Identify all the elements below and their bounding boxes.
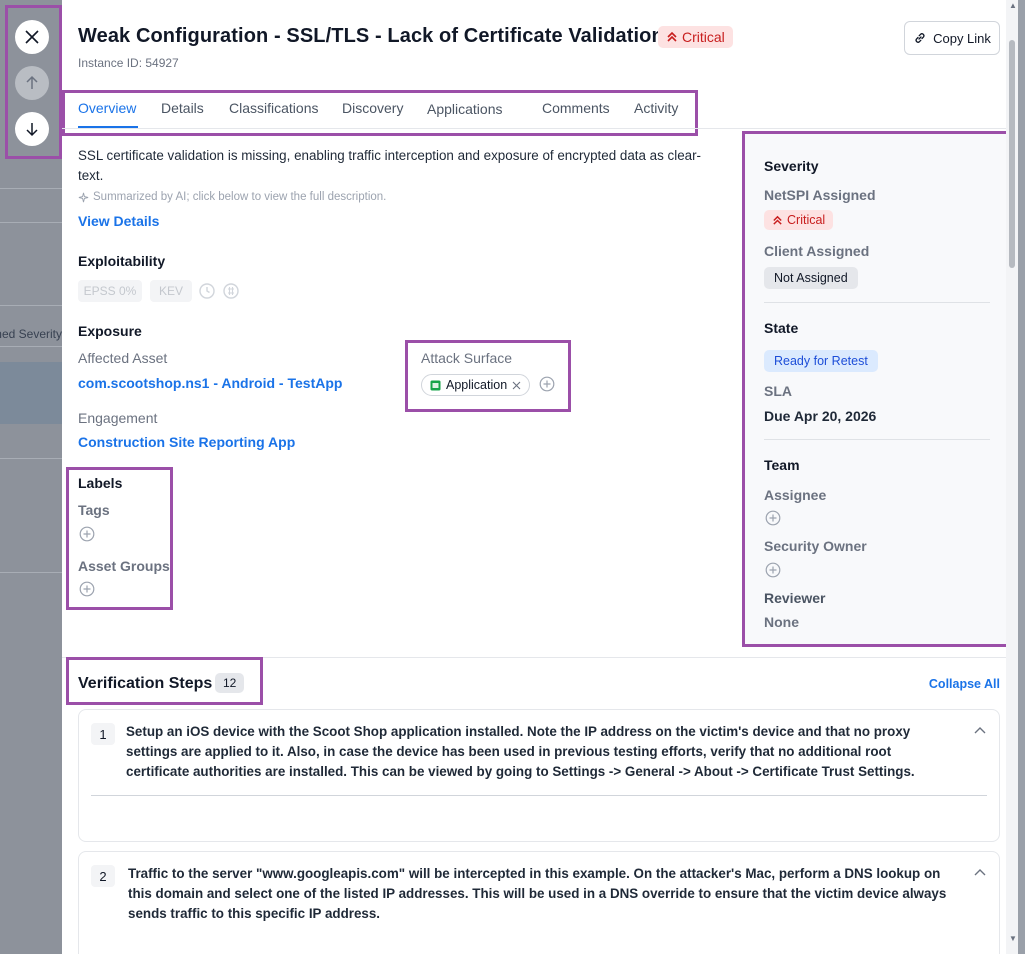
background-selected-row <box>0 362 62 424</box>
close-icon <box>25 30 39 44</box>
severity-badge: Critical <box>658 26 733 48</box>
engagement-link[interactable]: Construction Site Reporting App <box>78 434 295 450</box>
assignee-label: Assignee <box>764 487 827 503</box>
previous-finding-button[interactable] <box>15 66 49 100</box>
view-details-link[interactable]: View Details <box>78 213 159 229</box>
reviewer-label: Reviewer <box>764 590 826 606</box>
add-tag-icon[interactable] <box>79 526 95 542</box>
step-number: 1 <box>91 723 115 745</box>
severity-badge-label: Critical <box>682 29 725 45</box>
scroll-up-arrow-icon[interactable]: ▲ <box>1009 2 1017 10</box>
step-divider <box>91 795 987 796</box>
add-assignee-icon[interactable] <box>765 510 781 526</box>
tabs-divider <box>62 128 1006 129</box>
verification-step-card: 2 Traffic to the server "www.googleapis.… <box>78 851 1000 954</box>
client-severity-badge[interactable]: Not Assigned <box>764 267 858 289</box>
history-icon <box>199 283 215 299</box>
severity-heading: Severity <box>764 158 819 174</box>
background-divider <box>0 458 62 459</box>
step-text: Setup an iOS device with the Scoot Shop … <box>126 724 915 779</box>
affected-asset-label: Affected Asset <box>78 350 168 366</box>
background-column-header: ned Severity <box>0 327 62 341</box>
remove-chip-icon[interactable] <box>512 381 521 390</box>
background-divider <box>0 188 62 189</box>
background-divider <box>0 305 62 306</box>
sidebar-divider <box>764 302 990 303</box>
background-divider <box>0 572 62 573</box>
double-chevron-up-icon <box>773 215 782 225</box>
scroll-down-arrow-icon[interactable]: ▼ <box>1009 935 1017 943</box>
collapse-all-button[interactable]: Collapse All <box>929 677 1000 691</box>
security-owner-label: Security Owner <box>764 538 867 554</box>
grid-icon <box>223 283 239 299</box>
exploitability-heading: Exploitability <box>78 253 166 269</box>
arrow-up-icon <box>26 75 38 89</box>
next-finding-button[interactable] <box>15 112 49 146</box>
double-chevron-up-icon <box>667 31 677 42</box>
tab-overview[interactable]: Overview <box>78 100 136 116</box>
attack-surface-label: Attack Surface <box>421 350 513 366</box>
chevron-up-icon[interactable] <box>973 724 987 738</box>
ai-note: Summarized by AI; click below to view th… <box>78 191 386 203</box>
sidebar-divider <box>764 439 990 440</box>
verification-steps-title: Verification Steps <box>78 675 213 692</box>
chevron-up-icon[interactable] <box>973 866 987 880</box>
attack-surface-chip: Application <box>421 374 531 396</box>
affected-asset-link[interactable]: com.scootshop.ns1 - Android - TestApp <box>78 375 342 391</box>
step-number: 2 <box>91 865 115 887</box>
client-assigned-label: Client Assigned <box>764 243 870 259</box>
netspi-severity-badge[interactable]: Critical <box>764 210 834 230</box>
ai-summary: SSL certificate validation is missing, e… <box>78 148 702 183</box>
team-heading: Team <box>764 457 800 473</box>
copy-link-label: Copy Link <box>933 30 991 46</box>
application-icon <box>430 380 441 390</box>
sla-value: Due Apr 20, 2026 <box>764 408 877 424</box>
add-attack-surface-icon[interactable] <box>539 376 555 392</box>
ai-note-text: Summarized by AI; click below to view th… <box>93 191 387 203</box>
tab-details[interactable]: Details <box>161 100 204 116</box>
add-asset-group-icon[interactable] <box>79 581 95 597</box>
instance-id: Instance ID: 54927 <box>78 56 179 70</box>
tab-comments[interactable]: Comments <box>542 100 610 116</box>
tab-applications[interactable]: Applications <box>427 101 503 117</box>
arrow-down-icon <box>26 123 38 137</box>
sparkle-icon <box>78 192 89 202</box>
state-heading: State <box>764 320 799 336</box>
sla-label: SLA <box>764 383 792 399</box>
metadata-sidebar: Severity NetSPI Assigned Critical Client… <box>742 131 1013 647</box>
copy-link-button[interactable]: Copy Link <box>904 21 1000 55</box>
verification-step-card: 1 Setup an iOS device with the Scoot Sho… <box>78 709 1000 842</box>
background-divider <box>0 346 62 347</box>
verification-steps-count: 12 <box>215 673 245 693</box>
scrollbar-thumb[interactable] <box>1009 40 1015 268</box>
page-title: Weak Configuration - SSL/TLS - Lack of C… <box>78 25 664 47</box>
close-button[interactable] <box>15 20 49 54</box>
kev-chip: KEV <box>150 280 192 302</box>
tab-classifications[interactable]: Classifications <box>229 100 318 116</box>
labels-heading: Labels <box>78 475 123 491</box>
tags-label: Tags <box>78 502 110 518</box>
engagement-label: Engagement <box>78 410 158 426</box>
netspi-assigned-label: NetSPI Assigned <box>764 187 876 203</box>
reviewer-value: None <box>764 614 799 630</box>
asset-groups-label: Asset Groups <box>78 558 170 574</box>
tab-discovery[interactable]: Discovery <box>342 100 403 116</box>
state-badge[interactable]: Ready for Retest <box>764 350 878 372</box>
add-security-owner-icon[interactable] <box>765 562 781 578</box>
attack-surface-chip-label: Application <box>446 378 508 392</box>
tab-activity[interactable]: Activity <box>634 100 678 116</box>
background-divider <box>0 222 62 223</box>
netspi-severity-label: Critical <box>787 213 826 227</box>
finding-detail-panel: Weak Configuration - SSL/TLS - Lack of C… <box>62 0 1018 954</box>
epss-chip: EPSS 0% <box>78 280 142 302</box>
exposure-heading: Exposure <box>78 323 142 339</box>
link-icon <box>915 33 925 43</box>
panel-scrollbar[interactable]: ▲ ▼ <box>1006 0 1018 954</box>
step-text: Traffic to the server "www.googleapis.co… <box>128 866 947 921</box>
